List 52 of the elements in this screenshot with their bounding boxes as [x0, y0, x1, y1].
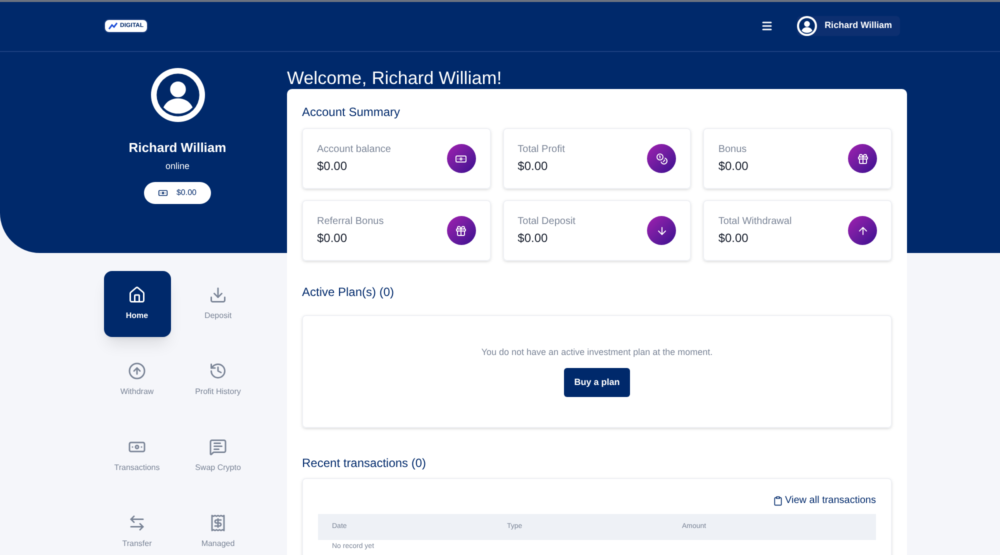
summary-label: Bonus — [718, 143, 748, 157]
download-tray-icon — [209, 286, 227, 304]
welcome-title: Welcome, Richard William! — [287, 67, 503, 89]
history-icon — [209, 362, 227, 380]
down-arrow-icon — [656, 224, 668, 236]
receipt-icon — [209, 514, 227, 532]
summary-value: $0.00 — [518, 230, 549, 247]
summary-label: Account balance — [317, 143, 392, 157]
view-all-link[interactable]: View all transactions — [773, 493, 876, 508]
chart-logo-icon — [108, 22, 118, 30]
nav-item[interactable]: Deposit — [184, 271, 252, 337]
profile-name: Richard William — [128, 139, 226, 157]
buy-plan-button[interactable]: Buy a plan — [564, 368, 630, 398]
up-arrow-circle-icon — [128, 362, 146, 380]
gift-icon — [455, 224, 468, 236]
balance-amount: $0.00 — [176, 187, 197, 199]
money-icon — [158, 188, 168, 198]
summary-value: $0.00 — [317, 158, 348, 175]
clipboard-icon — [773, 496, 784, 506]
summary-value: $0.00 — [718, 158, 750, 175]
nav-item[interactable]: Transactions — [104, 423, 170, 489]
money-icon — [455, 152, 468, 164]
gift-icon — [856, 152, 868, 164]
message-icon — [209, 438, 227, 456]
user-menu[interactable]: Richard William — [796, 16, 900, 36]
nav-item[interactable]: Swap Crypto — [184, 423, 252, 489]
summary-label: Total Deposit — [518, 215, 576, 229]
balance-pill[interactable]: $0.00 — [144, 182, 211, 204]
summary-label: Referral Bonus — [317, 215, 385, 229]
section-title: Recent transactions (0) — [302, 455, 428, 472]
summary-value: $0.00 — [518, 158, 549, 175]
section-title: Active Plan(s) (0) — [302, 284, 396, 301]
nav-item[interactable]: Home — [104, 271, 170, 337]
profile-avatar-icon — [150, 68, 204, 122]
user-name: Richard William — [824, 18, 892, 32]
empty-plan-message: You do not have an active investment plan at the moment. — [481, 346, 713, 359]
up-arrow-icon — [856, 224, 868, 236]
user-avatar-icon — [796, 16, 817, 36]
section-title: Account Summary — [302, 104, 402, 121]
summary-value: $0.00 — [718, 230, 750, 247]
nav-item[interactable]: Managed — [184, 499, 252, 555]
menu-icon[interactable] — [760, 20, 773, 32]
nav-item[interactable]: Withdraw — [104, 347, 170, 413]
profile-status: online — [165, 160, 190, 172]
summary-value: $0.00 — [317, 230, 348, 247]
summary-label: Total Withdrawal — [718, 215, 793, 229]
coins-icon — [656, 152, 668, 164]
house-icon — [128, 286, 146, 304]
transfer-arrows-icon — [128, 514, 146, 532]
nav-item[interactable]: Transfer — [104, 499, 170, 555]
summary-label: Total Profit — [518, 143, 566, 157]
nav-item[interactable]: Profit History — [184, 347, 252, 413]
